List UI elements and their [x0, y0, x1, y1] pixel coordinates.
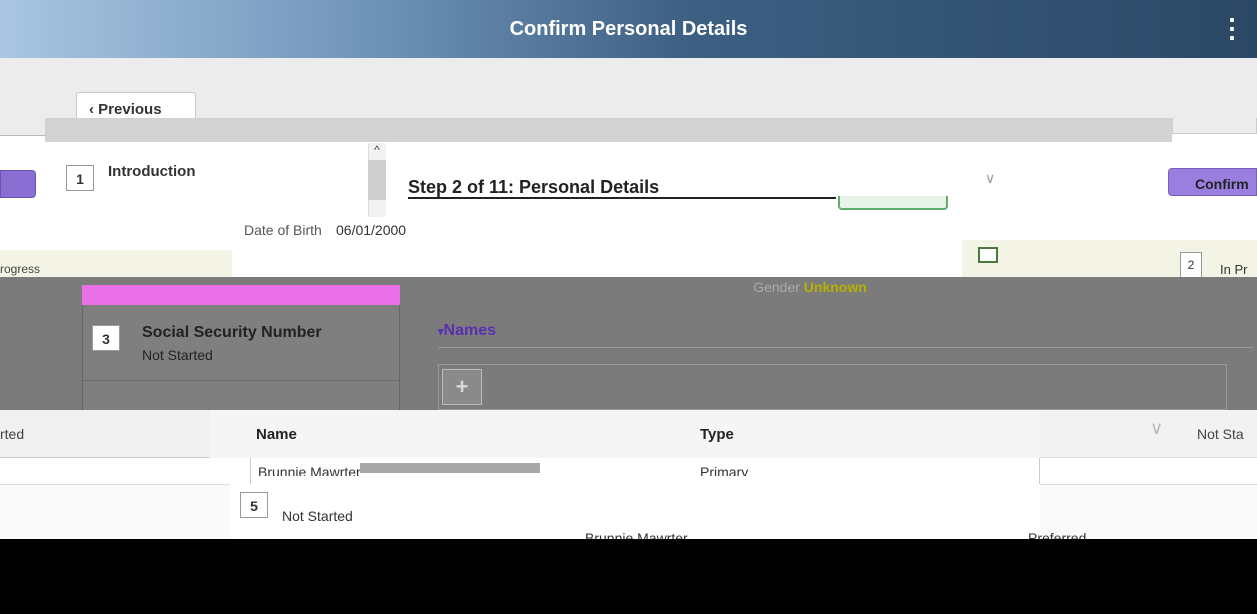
step-title-social-security: Social Security Number [142, 324, 322, 341]
black-region [0, 539, 1257, 614]
chevron-down-icon: ∨ [985, 170, 996, 186]
gender-value: Unknown [803, 279, 867, 295]
purple-button-left[interactable] [0, 170, 36, 198]
gender-row: Gender Unknown [410, 277, 1210, 301]
checkbox-icon [978, 247, 998, 263]
names-grid [438, 364, 1227, 410]
table-cell-type-2: Preferred [1028, 530, 1087, 539]
confirm-button[interactable]: Confirm [1168, 168, 1257, 196]
right-status-row [962, 240, 1257, 277]
left-status-text: rogress [0, 262, 41, 276]
scrollbar-thumb[interactable] [368, 160, 386, 200]
scroll-up-icon[interactable]: ^ [370, 143, 384, 157]
step-status-5: Not Started [282, 508, 353, 524]
left-status-cell [0, 410, 210, 458]
chevron-left-icon: ‹ [89, 101, 99, 118]
row-separator [360, 463, 540, 473]
table-header-row [210, 410, 1040, 458]
date-of-birth-value: 06/01/2000 [336, 222, 407, 238]
left-band [0, 118, 45, 136]
page-title: Confirm Personal Details [509, 18, 748, 40]
step-heading: Step 2 of 11: Personal Details [408, 177, 836, 199]
names-divider [438, 347, 1253, 348]
left-not-started: rted [0, 426, 25, 442]
step-item-social-security[interactable] [82, 305, 400, 410]
chevron-down-icon: ∨ [1150, 418, 1164, 438]
table-cell-name: Brunnie Mawrter [258, 464, 361, 476]
step-title-introduction[interactable]: Introduction [108, 163, 195, 180]
right-step-number: 2 [1180, 252, 1202, 278]
confirm-green-button[interactable] [838, 196, 948, 210]
selected-step-highlight [82, 285, 400, 305]
step-number-5: 5 [240, 492, 268, 518]
column-header-type[interactable]: Type [700, 426, 734, 443]
step-divider [82, 380, 400, 381]
date-of-birth-label: Date of Birth [244, 222, 322, 238]
column-header-name[interactable]: Name [256, 426, 297, 443]
toolbar-strip [45, 118, 1172, 142]
step-status: Not Started [142, 347, 213, 363]
table-cell-name-2: Brunnie Mawrter [585, 530, 688, 539]
names-section-toggle[interactable]: ▾Names [438, 322, 496, 340]
step-number-3: 3 [92, 325, 120, 351]
previous-label: Previous [98, 101, 162, 118]
right-band [1172, 118, 1257, 134]
names-section-label: Names [443, 322, 497, 339]
right-status-text: In Pr [1220, 262, 1248, 277]
left-bottom-panel [0, 484, 230, 539]
plus-icon[interactable]: + [442, 369, 482, 405]
table-cell-type: Primary [700, 464, 749, 476]
gender-label: Gender [753, 279, 800, 295]
more-vertical-icon[interactable]: ⋮ [1219, 10, 1245, 46]
right-not-started: Not Sta [1197, 426, 1244, 442]
step-number-1: 1 [66, 165, 94, 191]
